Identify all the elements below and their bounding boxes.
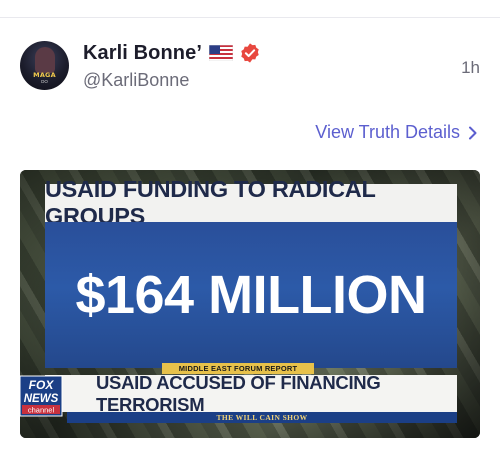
top-divider — [0, 17, 500, 18]
verified-badge-icon — [241, 43, 259, 63]
us-flag-icon — [209, 45, 233, 61]
show-name-bar: THE WILL CAIN SHOW — [67, 412, 457, 423]
fox-logo-bottom: channel — [28, 406, 55, 415]
fox-logo-mid: NEWS — [24, 393, 59, 405]
avatar-text: MAGA — [33, 71, 56, 79]
chevron-right-icon — [469, 126, 477, 139]
headline-bar: USAID FUNDING TO RADICAL GROUPS — [45, 176, 457, 229]
author-name[interactable]: Karli Bonne’ — [83, 42, 202, 65]
avatar-figure — [35, 47, 55, 73]
lower-third-bar: USAID ACCUSED OF FINANCING TERRORISM — [45, 371, 457, 415]
fox-logo-top: FOX — [29, 378, 55, 392]
lower-third-text: USAID ACCUSED OF FINANCING TERRORISM — [96, 371, 381, 415]
main-figure-panel: $164 MILLION — [45, 222, 457, 368]
avatar[interactable]: MAGA DO — [20, 41, 69, 90]
fox-news-logo-icon: FOX NEWS channel — [20, 375, 63, 417]
post-header: MAGA DO Karli Bonne’ @KarliBonne 1h — [20, 41, 480, 95]
main-figure-text: $164 MILLION — [75, 265, 427, 325]
view-truth-details-label: View Truth Details — [315, 122, 460, 142]
post-timestamp[interactable]: 1h — [461, 58, 480, 78]
avatar-subtext: DO — [41, 79, 48, 84]
author-handle[interactable]: @KarliBonne — [83, 70, 189, 91]
view-truth-details-link[interactable]: View Truth Details — [315, 122, 478, 143]
post-media-image[interactable]: USAID FUNDING TO RADICAL GROUPS $164 MIL… — [20, 170, 480, 438]
show-name-text: THE WILL CAIN SHOW — [216, 413, 308, 422]
name-row: Karli Bonne’ — [83, 41, 261, 65]
